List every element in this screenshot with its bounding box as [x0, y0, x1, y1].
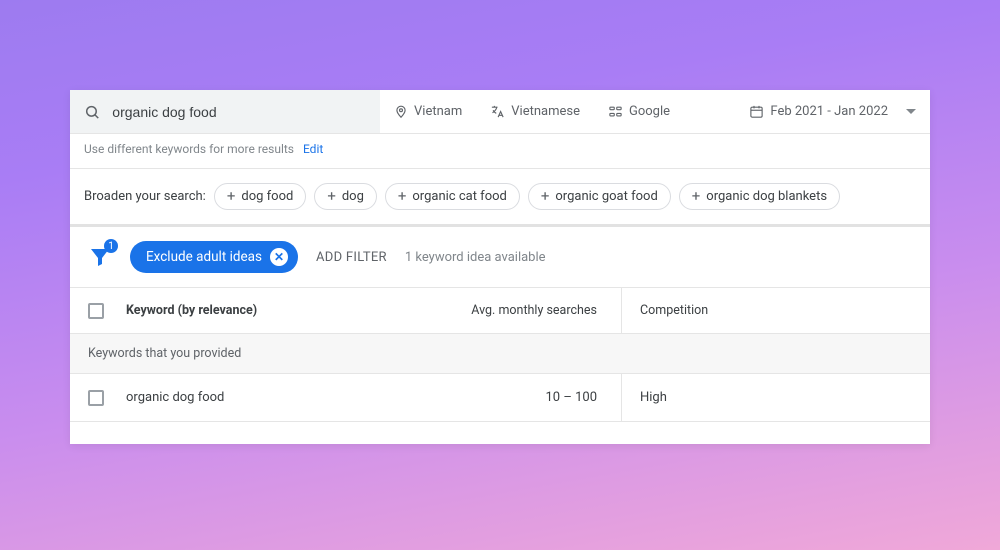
- remove-filter-icon[interactable]: ✕: [270, 248, 288, 266]
- hint-text: Use different keywords for more results: [84, 142, 294, 156]
- cell-keyword: organic dog food: [122, 390, 412, 405]
- row-checkbox[interactable]: [88, 390, 104, 406]
- chip-label: dog: [342, 189, 364, 204]
- search-input[interactable]: [110, 103, 366, 121]
- date-range-selector[interactable]: Feb 2021 - Jan 2022: [735, 90, 902, 133]
- table-header-row: Keyword (by relevance) Avg. monthly sear…: [70, 288, 930, 334]
- chip-label: organic dog blankets: [706, 189, 827, 204]
- hint-row: Use different keywords for more results …: [70, 134, 930, 169]
- col-header-competition[interactable]: Competition: [622, 303, 930, 318]
- language-selector[interactable]: Vietnamese: [476, 90, 594, 133]
- translate-icon: [490, 104, 505, 119]
- language-label: Vietnamese: [511, 104, 580, 119]
- broaden-chip[interactable]: + dog: [314, 183, 377, 210]
- plus-icon: +: [227, 189, 236, 204]
- chip-label: organic cat food: [412, 189, 506, 204]
- chevron-down-icon[interactable]: [906, 109, 916, 114]
- plus-icon: +: [327, 189, 336, 204]
- select-all-checkbox[interactable]: [88, 303, 104, 319]
- search-box[interactable]: [70, 90, 380, 133]
- table-section-header: Keywords that you provided: [70, 334, 930, 374]
- chip-label: organic goat food: [555, 189, 657, 204]
- broaden-label: Broaden your search:: [84, 189, 206, 204]
- location-label: Vietnam: [414, 104, 462, 119]
- plus-icon: +: [541, 189, 550, 204]
- plus-icon: +: [398, 189, 407, 204]
- col-header-keyword[interactable]: Keyword (by relevance): [122, 303, 412, 318]
- filter-count-badge: 1: [104, 239, 118, 253]
- broaden-chip[interactable]: + dog food: [214, 183, 306, 210]
- location-pin-icon: [394, 105, 408, 119]
- edit-link[interactable]: Edit: [303, 142, 323, 156]
- calendar-icon: [749, 104, 764, 119]
- footer-spacer: [70, 422, 930, 444]
- search-icon: [84, 103, 100, 121]
- date-range-label: Feb 2021 - Jan 2022: [770, 104, 888, 119]
- broaden-chip[interactable]: + organic goat food: [528, 183, 671, 210]
- ideas-available-text: 1 keyword idea available: [405, 250, 546, 265]
- chip-label: dog food: [241, 189, 293, 204]
- plus-icon: +: [692, 189, 701, 204]
- table-row[interactable]: organic dog food 10 – 100 High: [70, 374, 930, 422]
- active-filter-chip[interactable]: Exclude adult ideas ✕: [130, 241, 298, 273]
- filter-bar: 1 Exclude adult ideas ✕ ADD FILTER 1 key…: [70, 227, 930, 288]
- top-controls-row: Vietnam Vietnamese Google Feb 2021 - Jan…: [70, 90, 930, 134]
- broaden-chip[interactable]: + organic cat food: [385, 183, 520, 210]
- broaden-row: Broaden your search: + dog food + dog + org…: [70, 169, 930, 227]
- network-label: Google: [629, 104, 670, 119]
- network-icon: [608, 104, 623, 119]
- add-filter-button[interactable]: ADD FILTER: [316, 250, 387, 265]
- active-filter-label: Exclude adult ideas: [146, 249, 262, 265]
- col-header-avg-searches[interactable]: Avg. monthly searches: [412, 288, 622, 333]
- cell-avg-searches: 10 – 100: [412, 374, 622, 421]
- filter-funnel-button[interactable]: 1: [88, 245, 112, 269]
- location-selector[interactable]: Vietnam: [380, 90, 476, 133]
- network-selector[interactable]: Google: [594, 90, 684, 133]
- broaden-chip[interactable]: + organic dog blankets: [679, 183, 840, 210]
- keyword-planner-panel: Vietnam Vietnamese Google Feb 2021 - Jan…: [70, 90, 930, 444]
- cell-competition: High: [622, 390, 930, 405]
